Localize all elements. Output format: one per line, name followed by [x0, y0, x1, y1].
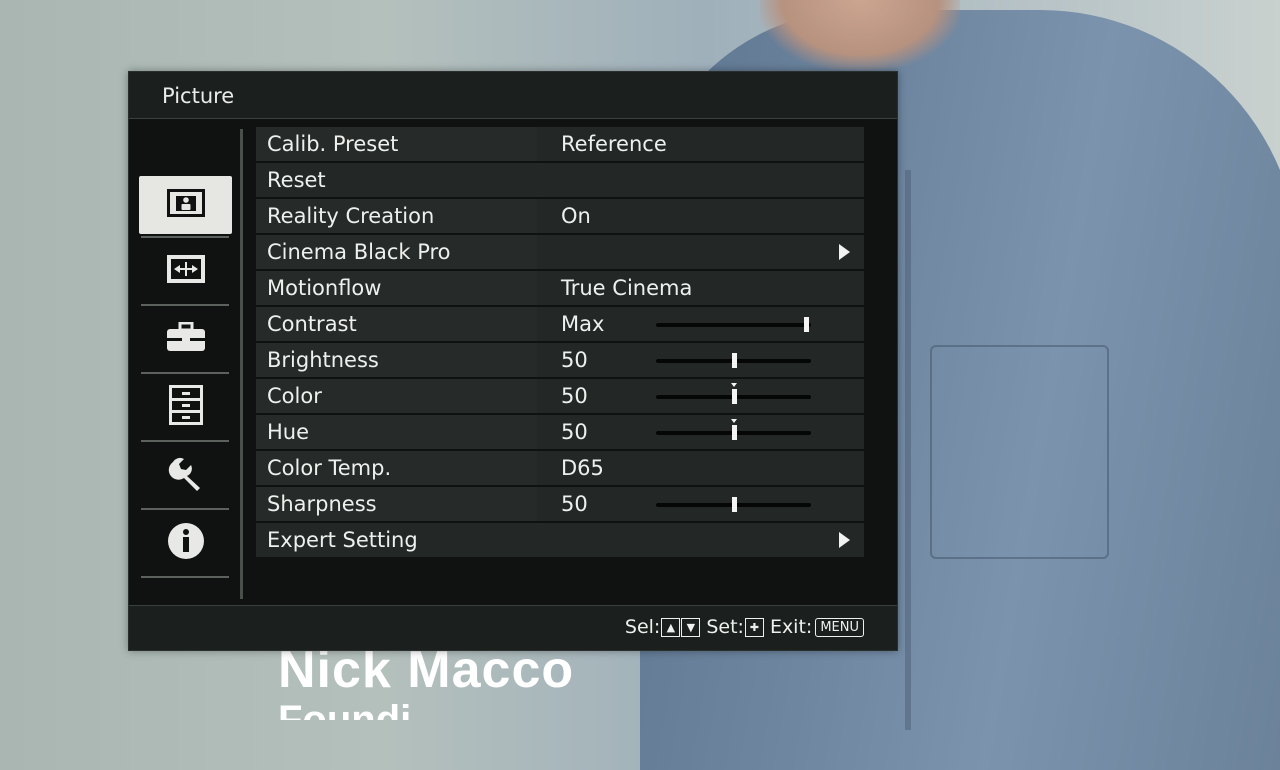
setting-label: Reset — [267, 168, 326, 192]
menu-footer: Sel: ▲ ▼ Set: ✚ Exit: MENU — [129, 605, 897, 650]
info-icon — [167, 522, 205, 564]
setting-label: Expert Setting — [267, 528, 418, 552]
wrench-icon — [167, 454, 205, 496]
setting-value: 50 — [561, 492, 588, 516]
background-shirt-placket — [905, 170, 911, 730]
category-installation[interactable] — [139, 445, 232, 505]
background-person-neck — [760, 0, 960, 70]
key-help: Sel: ▲ ▼ Set: ✚ Exit: MENU — [625, 616, 864, 638]
setting-row-calib-preset[interactable]: Calib. Preset Reference — [256, 127, 864, 161]
setting-row-color-temp[interactable]: Color Temp. D65 — [256, 451, 864, 485]
setting-value: D65 — [561, 456, 604, 480]
setting-row-cinema-black-pro[interactable]: Cinema Black Pro — [256, 235, 864, 269]
brightness-slider[interactable] — [656, 353, 811, 368]
setting-label: Color Temp. — [267, 456, 392, 480]
set-label: Set: — [706, 616, 744, 638]
setting-value: On — [561, 204, 591, 228]
hue-slider[interactable] — [656, 419, 811, 440]
down-arrow-icon: ▼ — [681, 617, 701, 637]
up-arrow-icon: ▲ — [661, 617, 681, 637]
category-information[interactable] — [139, 513, 232, 573]
category-screen[interactable] — [139, 241, 232, 301]
toolbox-icon — [166, 321, 206, 356]
menu-category-sidebar — [129, 119, 241, 605]
slider-thumb[interactable] — [731, 353, 737, 368]
setting-label: Hue — [267, 420, 310, 444]
setting-value: Max — [561, 312, 605, 336]
setting-row-reality-creation[interactable]: Reality Creation On — [256, 199, 864, 233]
setting-row-motionflow[interactable]: Motionflow True Cinema — [256, 271, 864, 305]
setting-row-contrast[interactable]: Contrast Max — [256, 307, 864, 341]
submenu-arrow-icon — [839, 532, 850, 548]
setting-label: Reality Creation — [267, 204, 435, 228]
sidebar-separator — [240, 129, 243, 599]
slider-center-mark — [730, 419, 737, 423]
setting-label: Brightness — [267, 348, 379, 372]
setting-label: Cinema Black Pro — [267, 240, 451, 264]
setting-value: True Cinema — [561, 276, 693, 300]
sidebar-divider — [141, 576, 229, 578]
menu-key-badge: MENU — [815, 617, 864, 637]
picture-settings-menu: Picture Calib. Preset Reference Reset Re… — [128, 71, 898, 651]
exit-label: Exit: — [769, 616, 813, 638]
setting-value: 50 — [561, 384, 588, 408]
contrast-slider[interactable] — [656, 317, 811, 332]
slider-thumb[interactable] — [731, 497, 737, 512]
menu-title: Picture — [162, 84, 235, 108]
menu-title-bar: Picture — [129, 72, 897, 119]
setting-row-brightness[interactable]: Brightness 50 — [256, 343, 864, 377]
setting-label: Motionflow — [267, 276, 382, 300]
category-function[interactable] — [139, 309, 232, 369]
setting-row-reset[interactable]: Reset — [256, 163, 864, 197]
category-setup[interactable] — [139, 377, 232, 437]
sidebar-divider — [141, 440, 229, 442]
color-slider[interactable] — [656, 383, 811, 404]
background-shirt-pocket — [930, 345, 1109, 559]
sharpness-slider[interactable] — [656, 497, 811, 512]
screen-icon — [166, 254, 206, 288]
setting-row-color[interactable]: Color 50 — [256, 379, 864, 413]
setting-value: Reference — [561, 132, 667, 156]
setting-row-sharpness[interactable]: Sharpness 50 — [256, 487, 864, 521]
setting-label: Sharpness — [267, 492, 377, 516]
sidebar-divider — [141, 508, 229, 510]
setting-value: 50 — [561, 420, 588, 444]
background-subtitle-text: Foundi — [278, 700, 411, 720]
submenu-arrow-icon — [839, 244, 850, 260]
slider-thumb[interactable] — [731, 389, 737, 404]
sel-label: Sel: — [624, 616, 661, 638]
category-picture[interactable] — [139, 176, 232, 234]
cabinet-icon — [168, 385, 203, 429]
setting-label: Color — [267, 384, 322, 408]
slider-center-mark — [730, 383, 737, 387]
sidebar-divider — [141, 304, 229, 306]
slider-thumb[interactable] — [804, 317, 810, 332]
sidebar-divider — [141, 236, 229, 238]
setting-row-hue[interactable]: Hue 50 — [256, 415, 864, 449]
setting-value: 50 — [561, 348, 588, 372]
slider-thumb[interactable] — [731, 425, 737, 440]
picture-icon — [166, 189, 205, 221]
enter-key-icon: ✚ — [744, 617, 764, 637]
setting-label: Calib. Preset — [267, 132, 399, 156]
setting-label: Contrast — [267, 312, 357, 336]
setting-row-expert-setting[interactable]: Expert Setting — [256, 523, 864, 557]
sidebar-divider — [141, 372, 229, 374]
